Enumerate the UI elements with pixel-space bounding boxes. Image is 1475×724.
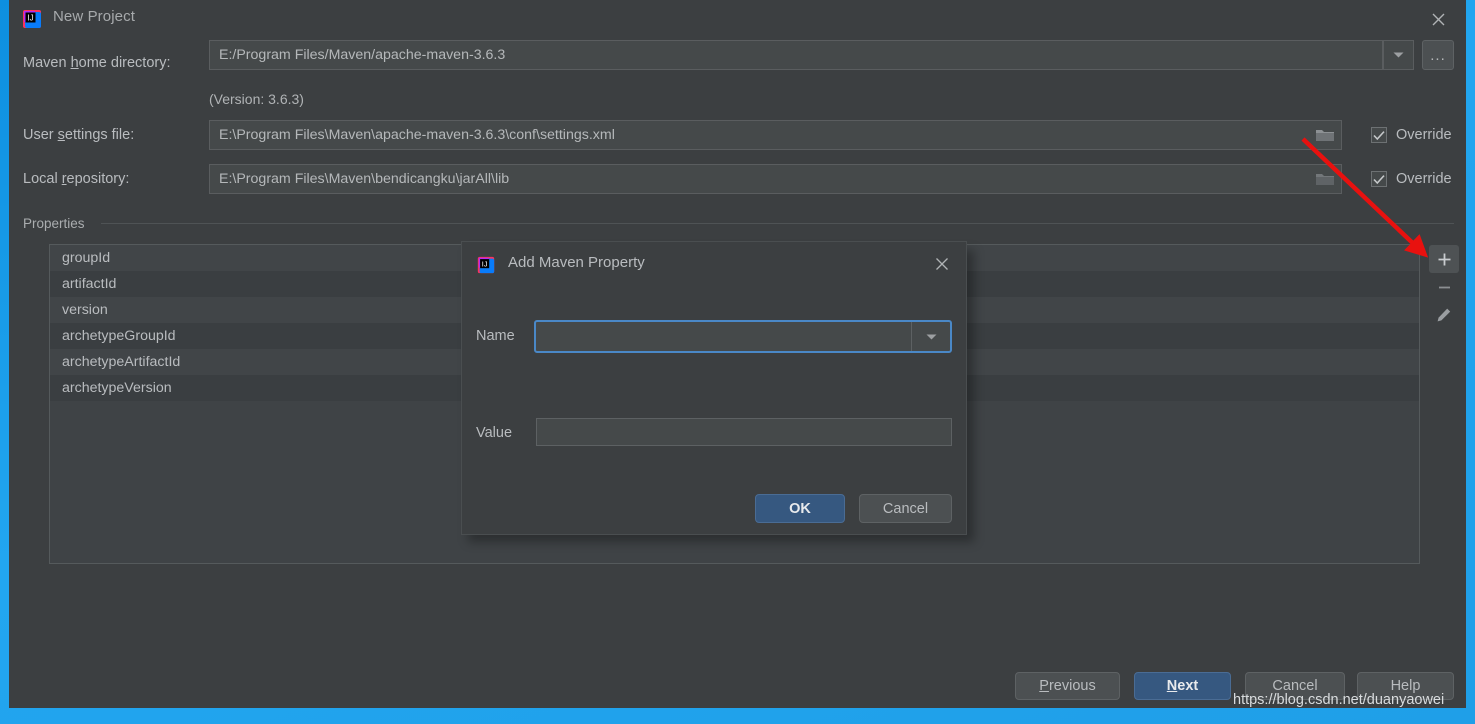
local-repository-override-label: Override: [1396, 171, 1452, 187]
maven-home-label: Maven home directory:: [23, 55, 171, 71]
properties-section-label: Properties: [23, 216, 85, 231]
name-input[interactable]: [536, 322, 911, 351]
property-name: archetypeGroupId: [62, 328, 176, 344]
name-field-label: Name: [476, 328, 515, 344]
value-field-label: Value: [476, 425, 513, 441]
maven-home-browse-button[interactable]: ...: [1422, 40, 1454, 70]
user-settings-value: E:\Program Files\Maven\apache-maven-3.6.…: [219, 127, 615, 143]
name-combo-field[interactable]: [534, 320, 952, 353]
svg-text:IJ: IJ: [27, 14, 33, 23]
properties-section-divider: [101, 223, 1454, 224]
previous-button[interactable]: Previous: [1015, 672, 1120, 700]
intellij-idea-logo: IJ: [21, 8, 43, 30]
remove-property-button[interactable]: [1429, 273, 1459, 301]
local-repository-label: Local repository:: [23, 171, 130, 187]
properties-toolbar: [1429, 245, 1459, 329]
name-dropdown-button[interactable]: [911, 322, 950, 351]
maven-home-input[interactable]: E:/Program Files/Maven/apache-maven-3.6.…: [209, 40, 1383, 70]
local-repository-folder-icon[interactable]: [1312, 166, 1338, 192]
user-settings-override-checkbox[interactable]: Override: [1371, 127, 1452, 143]
property-name: archetypeArtifactId: [62, 354, 181, 370]
chevron-down-icon: [926, 328, 937, 346]
local-repository-input[interactable]: E:\Program Files\Maven\bendicangku\jarAl…: [209, 164, 1342, 194]
add-maven-property-dialog: IJ Add Maven Property Name Value OK Canc…: [461, 241, 967, 535]
local-repository-value: E:\Program Files\Maven\bendicangku\jarAl…: [219, 171, 510, 187]
close-icon[interactable]: [1426, 7, 1450, 31]
user-settings-input[interactable]: E:\Program Files\Maven\apache-maven-3.6.…: [209, 120, 1342, 150]
add-property-button[interactable]: [1429, 245, 1459, 273]
modal-title: Add Maven Property: [508, 254, 645, 271]
value-input[interactable]: [536, 418, 952, 446]
modal-cancel-button[interactable]: Cancel: [859, 494, 952, 523]
property-name: version: [62, 302, 108, 318]
intellij-idea-logo: IJ: [476, 255, 496, 275]
window-title: New Project: [53, 8, 135, 25]
checkbox-checked-icon: [1371, 171, 1387, 187]
svg-text:IJ: IJ: [482, 259, 488, 268]
ellipsis-icon: ...: [1430, 46, 1446, 64]
property-name: groupId: [62, 250, 111, 266]
user-settings-folder-icon[interactable]: [1312, 122, 1338, 148]
user-settings-label: User settings file:: [23, 127, 135, 143]
local-repository-override-checkbox[interactable]: Override: [1371, 171, 1452, 187]
window-title-bar: IJ New Project: [9, 0, 1466, 38]
property-name: archetypeVersion: [62, 380, 172, 396]
watermark-url: https://blog.csdn.net/duanyaowei: [1233, 692, 1445, 708]
edit-property-button[interactable]: [1429, 301, 1459, 329]
maven-home-value: E:/Program Files/Maven/apache-maven-3.6.…: [219, 47, 506, 63]
next-button[interactable]: Next: [1134, 672, 1231, 700]
property-name: artifactId: [62, 276, 117, 292]
maven-version-note: (Version: 3.6.3): [209, 91, 304, 107]
user-settings-override-label: Override: [1396, 127, 1452, 143]
modal-ok-button[interactable]: OK: [755, 494, 845, 523]
chevron-down-icon: [1393, 46, 1404, 64]
maven-home-dropdown-button[interactable]: [1383, 40, 1414, 70]
checkbox-checked-icon: [1371, 127, 1387, 143]
close-icon[interactable]: [931, 253, 953, 275]
